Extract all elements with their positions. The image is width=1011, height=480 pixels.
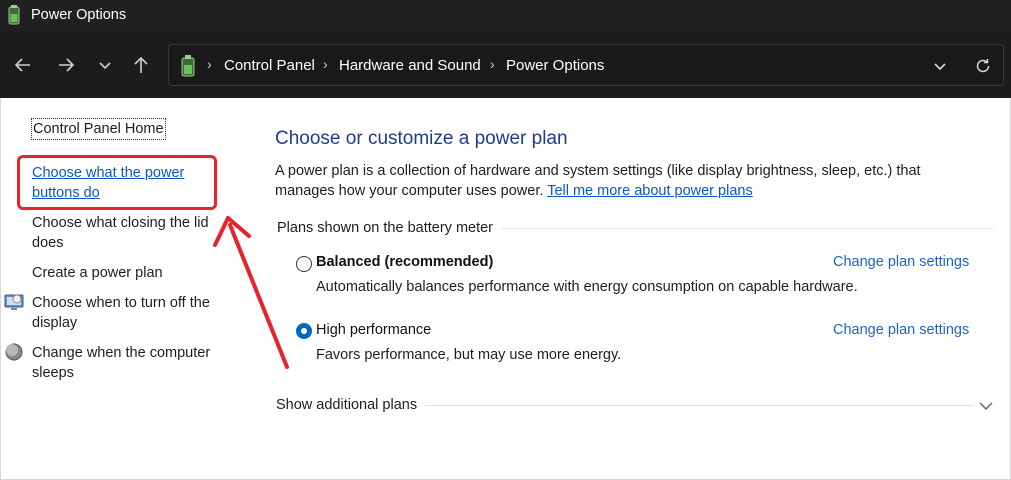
arrow-right-icon — [59, 58, 75, 72]
address-dropdown-button[interactable] — [929, 55, 951, 77]
recent-locations-button[interactable] — [94, 54, 116, 76]
address-bar[interactable]: › Control Panel › Hardware and Sound › P… — [168, 44, 1004, 86]
page-title: Choose or customize a power plan — [275, 128, 568, 149]
plan-description: Automatically balances performance with … — [316, 279, 858, 295]
chevron-down-icon — [934, 63, 946, 71]
window-title: Power Options — [31, 7, 127, 23]
title-bar: Power Options — [0, 0, 1011, 32]
chevron-down-icon — [99, 62, 111, 70]
sidebar-item-label[interactable]: Change when the computer — [32, 345, 210, 361]
chevron-right-icon: › — [323, 56, 328, 72]
plan-name-high-performance[interactable]: High performance — [316, 322, 431, 338]
page-description: A power plan is a collection of hardware… — [275, 161, 975, 201]
navigation-bar: › Control Panel › Hardware and Sound › P… — [0, 32, 1011, 98]
sidebar-item-label[interactable]: does — [32, 235, 63, 251]
forward-button[interactable] — [55, 54, 77, 76]
breadcrumb-hardware-and-sound[interactable]: Hardware and Sound — [339, 57, 481, 74]
plan-radio-high-performance[interactable] — [296, 323, 312, 339]
plan-description: Favors performance, but may use more ene… — [316, 347, 622, 363]
sidebar-item-label[interactable]: Choose what closing the lid — [32, 215, 209, 231]
sidebar-item-label[interactable]: Create a power plan — [32, 265, 163, 281]
arrow-left-icon — [14, 58, 30, 72]
chevron-right-icon: › — [490, 56, 495, 72]
sidebar-item-label[interactable]: sleeps — [32, 365, 74, 381]
control-panel-home-link[interactable]: Control Panel Home — [31, 118, 166, 140]
breadcrumb-control-panel[interactable]: Control Panel — [224, 57, 315, 74]
refresh-icon — [976, 59, 990, 73]
plans-group-label: Plans shown on the battery meter — [277, 220, 502, 236]
chevron-right-icon: › — [207, 56, 212, 72]
sleep-moon-icon — [5, 343, 23, 361]
back-button[interactable] — [12, 54, 34, 76]
refresh-button[interactable] — [972, 55, 994, 77]
chevron-down-icon[interactable] — [977, 397, 995, 415]
show-additional-plans-label[interactable]: Show additional plans — [276, 397, 426, 413]
learn-more-link[interactable]: Tell me more about power plans — [547, 183, 753, 199]
sidebar-item-create-plan[interactable]: Create a power plan — [32, 263, 163, 283]
plan-radio-balanced[interactable] — [296, 256, 312, 272]
sidebar-item-computer-sleeps[interactable]: Change when the computer sleeps — [32, 343, 210, 383]
display-monitor-icon — [4, 294, 24, 310]
arrow-up-icon — [134, 56, 148, 73]
change-plan-settings-link[interactable]: Change plan settings — [833, 322, 969, 338]
sidebar-item-turn-off-display[interactable]: Choose when to turn off the display — [32, 293, 210, 333]
breadcrumb-power-options[interactable]: Power Options — [506, 57, 604, 74]
sidebar-item-closing-lid[interactable]: Choose what closing the lid does — [32, 213, 209, 253]
highlight-box — [17, 155, 217, 210]
plan-name-balanced[interactable]: Balanced (recommended) — [316, 254, 493, 270]
power-options-icon — [181, 55, 195, 77]
change-plan-settings-link[interactable]: Change plan settings — [833, 254, 969, 270]
sidebar-item-label[interactable]: display — [32, 315, 77, 331]
power-options-icon — [8, 5, 20, 25]
sidebar-item-label[interactable]: Choose when to turn off the — [32, 295, 210, 311]
up-button[interactable] — [130, 54, 152, 76]
